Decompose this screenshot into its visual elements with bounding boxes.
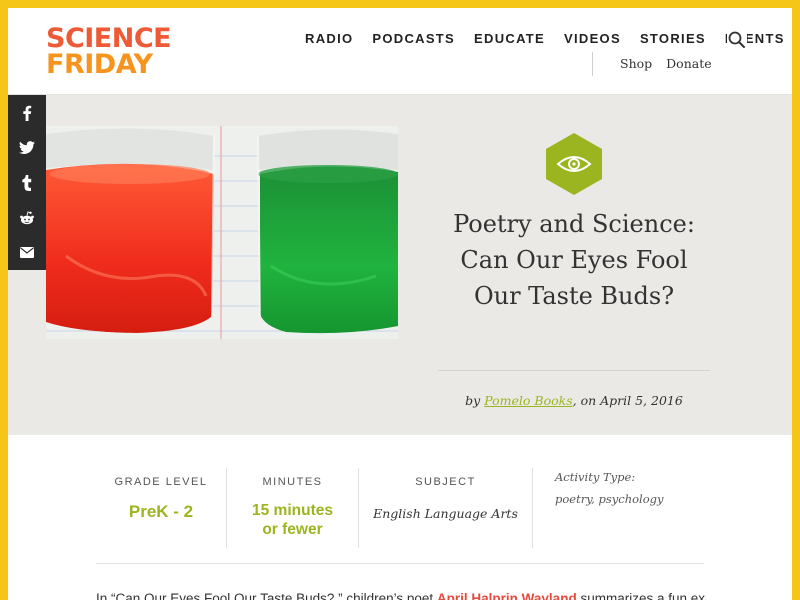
byline-prefix: by <box>465 393 485 408</box>
facebook-icon[interactable] <box>8 95 46 130</box>
tumblr-icon[interactable] <box>8 165 46 200</box>
reddit-icon[interactable] <box>8 200 46 235</box>
twitter-icon[interactable] <box>8 130 46 165</box>
activity-type-block: Activity Type: poetry, psychology <box>532 468 704 548</box>
article-hero: Poetry and Science: Can Our Eyes Fool Ou… <box>8 95 792 435</box>
intro-before: In “Can Our Eyes Fool Our Taste Buds?,” … <box>96 591 437 600</box>
nav-radio[interactable]: RADIO <box>305 31 353 46</box>
sub-nav: Shop Donate <box>592 52 712 76</box>
nav-shop[interactable]: Shop <box>620 56 652 76</box>
intro-after: summarizes a fun experiment <box>580 591 706 600</box>
intro-paragraph: In “Can Our Eyes Fool Our Taste Buds?,” … <box>96 591 706 600</box>
poet-link[interactable]: April Halprin Wayland <box>437 591 577 600</box>
article-byline: by Pomelo Books, on April 5, 2016 <box>438 393 710 408</box>
activity-type-value: poetry, psychology <box>555 492 664 506</box>
nav-donate[interactable]: Donate <box>666 56 711 76</box>
hero-image-colored-drinks <box>46 126 398 339</box>
byline-date: , on April 5, 2016 <box>572 393 683 408</box>
logo-line-2: FRIDAY <box>46 49 153 80</box>
author-link[interactable]: Pomelo Books <box>484 393 572 408</box>
eye-icon <box>545 132 603 196</box>
title-divider <box>438 370 710 371</box>
nav-stories[interactable]: STORIES <box>640 31 706 46</box>
activity-meta: GRADE LEVEL PreK - 2 MINUTES 15 minutes … <box>96 468 704 564</box>
search-icon[interactable] <box>727 30 747 50</box>
minutes-value-line-1: 15 minutes <box>252 502 333 519</box>
minutes-label: MINUTES <box>262 476 323 488</box>
main-nav: RADIO PODCASTS EDUCATE VIDEOS STORIES EV… <box>305 31 792 46</box>
subject-block: SUBJECT English Language Arts <box>358 468 532 548</box>
grade-level-label: GRADE LEVEL <box>114 476 208 488</box>
minutes-value-line-2: or fewer <box>262 521 323 538</box>
nav-educate[interactable]: EDUCATE <box>474 31 545 46</box>
nav-podcasts[interactable]: PODCASTS <box>372 31 455 46</box>
social-share-bar <box>8 95 46 270</box>
science-friday-logo[interactable]: SCIENCE FRIDAY <box>46 25 176 82</box>
page-frame: SCIENCE FRIDAY RADIO PODCASTS EDUCATE VI… <box>8 8 792 600</box>
grade-level-block: GRADE LEVEL PreK - 2 <box>96 468 226 548</box>
minutes-block: MINUTES 15 minutes or fewer <box>226 468 358 548</box>
subject-value: English Language Arts <box>373 506 518 521</box>
nav-videos[interactable]: VIDEOS <box>564 31 621 46</box>
site-header: SCIENCE FRIDAY RADIO PODCASTS EDUCATE VI… <box>8 8 792 95</box>
grade-level-value: PreK - 2 <box>128 502 194 521</box>
subject-label: SUBJECT <box>415 476 476 488</box>
activity-type-label: Activity Type: <box>555 470 636 484</box>
article-title: Poetry and Science: Can Our Eyes Fool Ou… <box>453 210 695 310</box>
email-icon[interactable] <box>8 235 46 270</box>
